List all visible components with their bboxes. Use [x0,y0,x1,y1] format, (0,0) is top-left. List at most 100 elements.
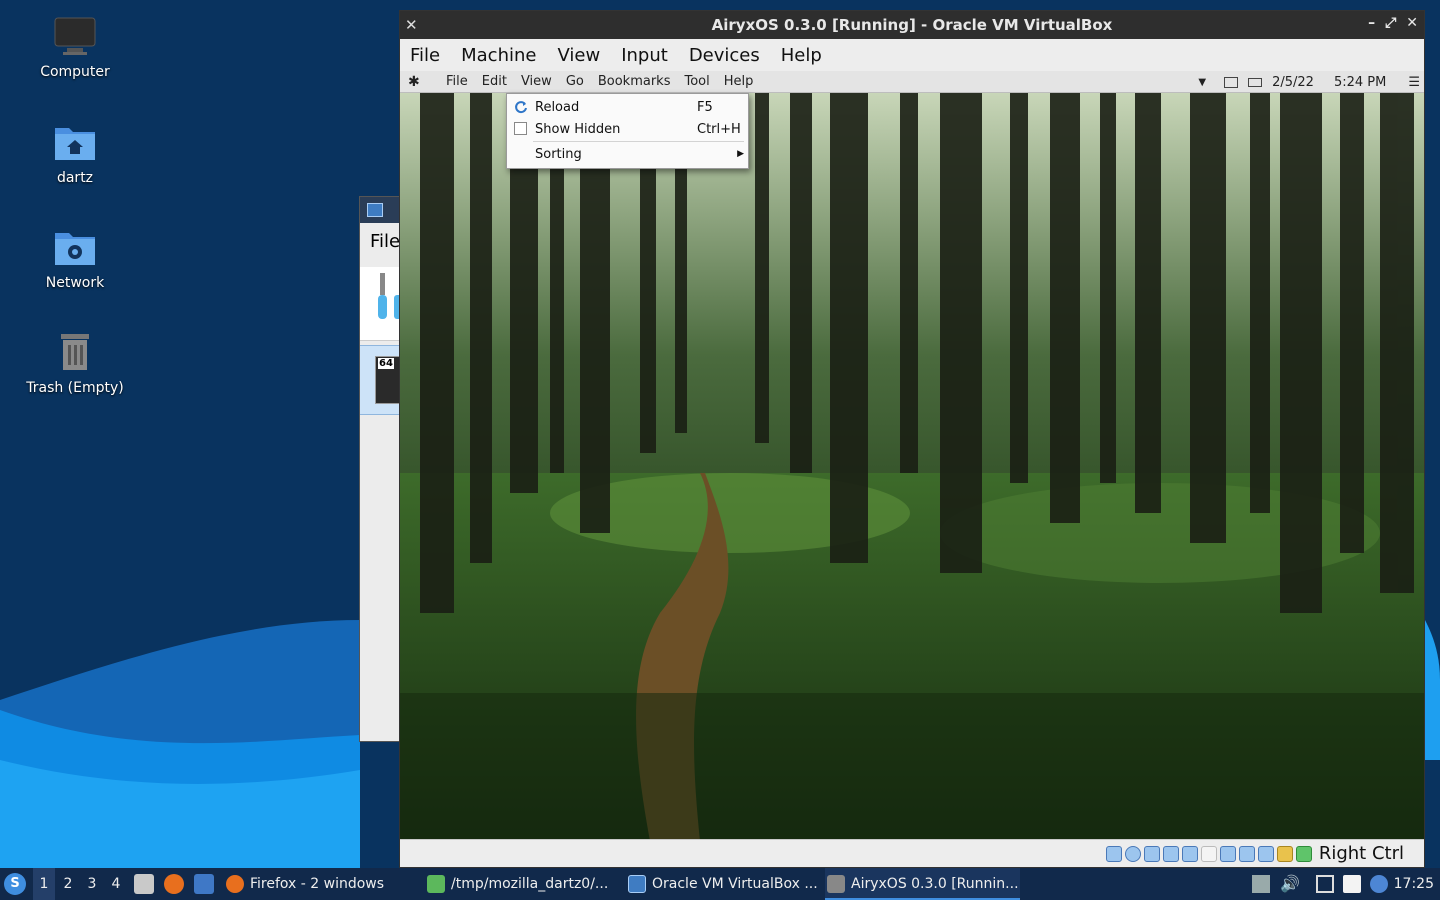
workspace-1[interactable]: 1 [33,868,55,900]
tools-panel[interactable] [360,267,402,341]
guest-menu-go[interactable]: Go [566,74,584,89]
window-titlebar[interactable] [360,197,400,223]
desktop-icon-trash[interactable]: Trash (Empty) [10,330,140,396]
guest-date: 2/5/22 [1272,74,1314,90]
taskbar: S 1 2 3 4 Firefox - 2 windows /tmp/mozil… [0,868,1440,900]
guest-menu-view[interactable]: View [521,74,552,89]
task-file-dialog[interactable]: /tmp/mozilla_dartz0/... [425,868,620,900]
shared-folders-icon[interactable] [1201,846,1217,862]
close-button[interactable]: ✕ [1406,15,1418,31]
vm-menubar: File Machine View Input Devices Help [400,39,1424,71]
drive-icon[interactable] [1252,875,1270,893]
terminal-icon[interactable] [194,874,214,894]
guest-logo-icon[interactable]: ✱ [408,74,428,90]
reload-icon [515,101,527,114]
checkbox-icon[interactable] [514,122,527,135]
guest-menu-help[interactable]: Help [724,74,754,89]
cpu-icon[interactable] [1258,846,1274,862]
task-label: Oracle VM VirtualBox ... [652,876,818,892]
os-bitness-badge: 64 [378,358,394,369]
usb-icon[interactable] [1182,846,1198,862]
maximize-button[interactable]: ⤢ [1385,15,1396,31]
guest-screen[interactable]: ✱ File Edit View Go Bookmarks Tool Help … [400,71,1424,841]
home-folder-icon [53,120,97,164]
desktop-icon-network[interactable]: Network [10,225,140,291]
screen-icon[interactable] [1316,875,1334,893]
task-label: /tmp/mozilla_dartz0/... [451,876,609,892]
guest-menubar: ✱ File Edit View Go Bookmarks Tool Help … [400,71,1424,93]
workspace-2[interactable]: 2 [57,868,79,900]
desktop-icon-label: dartz [56,170,94,186]
menu-item-show-hidden[interactable]: Show Hidden Ctrl+H [507,118,748,140]
volume-icon[interactable]: 🔊 [1280,875,1300,893]
task-firefox[interactable]: Firefox - 2 windows [224,868,414,900]
hard-disk-icon[interactable] [1106,846,1122,862]
menu-input[interactable]: Input [621,45,668,66]
trash-icon [53,330,97,374]
vm-icon [827,875,845,893]
notes-icon[interactable] [1343,875,1361,893]
menu-item-reload[interactable]: Reload F5 [507,96,748,118]
task-airyxos-vm[interactable]: AiryxOS 0.3.0 [Runnin... [825,868,1020,900]
menu-item-sorting[interactable]: Sorting ▶ [507,143,748,165]
desktop-icon-computer[interactable]: Computer [10,14,140,80]
workspace-3[interactable]: 3 [81,868,103,900]
forest-wallpaper [400,93,1424,841]
optical-drive-icon[interactable] [1125,846,1141,862]
virtualbox-icon [628,875,646,893]
desktop-icon-label: Trash (Empty) [26,380,124,396]
task-virtualbox-manager[interactable]: Oracle VM VirtualBox ... [626,868,821,900]
display-icon[interactable] [1224,76,1239,88]
virtualbox-icon [367,203,383,217]
desktop-icon-label: Network [45,275,105,291]
network-folder-icon [53,225,97,269]
vm-list-item[interactable]: 64 [360,345,402,415]
guest-menu-bookmarks[interactable]: Bookmarks [598,74,671,89]
file-icon [427,875,445,893]
keyboard-capture-icon[interactable] [1296,846,1312,862]
firefox-icon[interactable] [164,874,184,894]
host-key-label: Right Ctrl [1318,843,1404,864]
vm-window[interactable]: ✕ AiryxOS 0.3.0 [Running] - Oracle VM Vi… [399,10,1425,868]
network-icon[interactable] [1163,846,1179,862]
guest-menu-file[interactable]: File [446,74,468,89]
file-manager-icon[interactable] [134,874,154,894]
desktop-icon-dartz[interactable]: dartz [10,120,140,186]
minimize-button[interactable]: – [1368,15,1375,31]
guest-menu-tool[interactable]: Tool [684,74,709,89]
menu-item-label: Sorting [535,146,582,162]
mouse-integration-icon[interactable] [1277,846,1293,862]
chevron-down-icon[interactable]: ▼ [1198,77,1206,88]
vm-window-title: AiryxOS 0.3.0 [Running] - Oracle VM Virt… [711,16,1113,34]
menu-file[interactable]: File [410,45,440,66]
vm-os-icon: 64 [375,356,401,404]
menu-view[interactable]: View [557,45,600,66]
battery-icon[interactable] [1248,77,1263,87]
menu-item-label: Show Hidden [535,121,621,137]
video-capture-icon[interactable] [1239,846,1255,862]
list-icon[interactable]: ☰ [1408,75,1420,90]
workspace-4[interactable]: 4 [105,868,127,900]
menu-file[interactable]: File [370,231,400,252]
vm-window-titlebar[interactable]: ✕ AiryxOS 0.3.0 [Running] - Oracle VM Vi… [400,11,1424,39]
task-label: Firefox - 2 windows [250,876,385,892]
menu-item-shortcut: F5 [697,99,713,115]
vm-window-icon: ✕ [405,16,418,34]
start-menu-button[interactable]: S [4,873,26,895]
tools-icon [378,273,402,319]
vm-status-bar: Right Ctrl [400,839,1424,867]
audio-icon[interactable] [1144,846,1160,862]
taskbar-clock[interactable]: 17:25 [1394,868,1434,900]
menu-separator [533,141,744,142]
network-tray-icon[interactable] [1370,875,1388,893]
guest-menu-edit[interactable]: Edit [482,74,507,89]
display-icon[interactable] [1220,846,1236,862]
menu-machine[interactable]: Machine [461,45,536,66]
menu-help[interactable]: Help [781,45,822,66]
virtualbox-manager-window[interactable]: File 64 [359,196,402,742]
menu-devices[interactable]: Devices [689,45,760,66]
desktop-icon-label: Computer [40,64,110,80]
submenu-arrow-icon: ▶ [737,149,744,159]
menu-item-label: Reload [535,99,580,115]
view-dropdown-menu: Reload F5 Show Hidden Ctrl+H Sorting ▶ [506,93,749,169]
